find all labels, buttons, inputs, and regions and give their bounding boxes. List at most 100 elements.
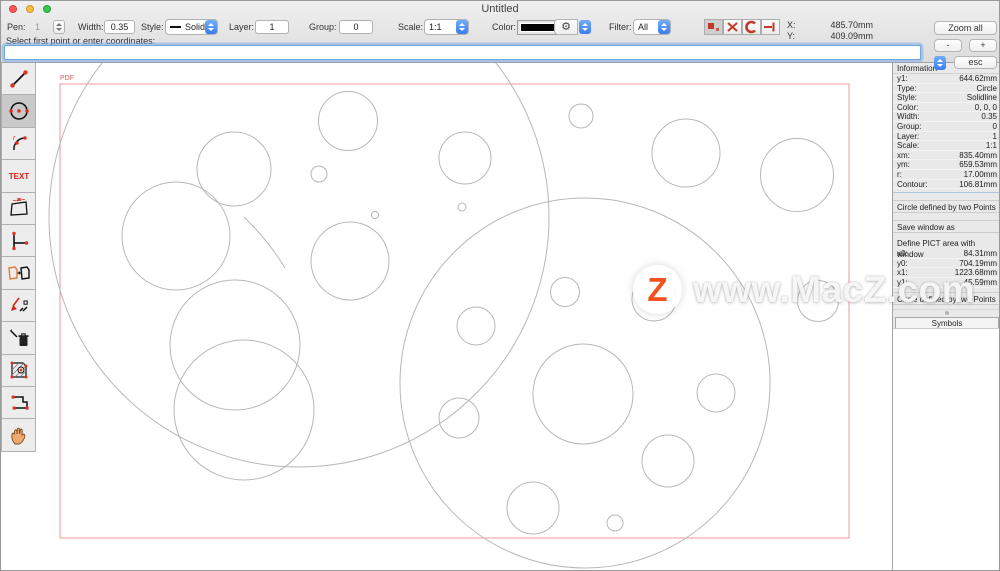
circle-entity[interactable] (311, 166, 327, 182)
pict-value: 84.31mm (964, 249, 997, 258)
pict-value: 704.19mm (959, 259, 997, 268)
circle-entity[interactable] (439, 398, 479, 438)
gear-stepper[interactable] (579, 20, 591, 34)
esc-button[interactable]: esc (954, 56, 997, 69)
tool-line[interactable] (1, 62, 36, 95)
width-field[interactable]: 0.35 (104, 20, 135, 34)
tool-pan[interactable] (1, 418, 36, 451)
scale-dropdown[interactable]: 1:1 (424, 19, 469, 35)
circle-entity[interactable] (632, 277, 676, 321)
circle-icon (7, 99, 31, 123)
group-field[interactable]: 0 (339, 20, 373, 34)
hatch-icon (7, 358, 31, 382)
zoom-in-button[interactable]: + (969, 39, 997, 52)
section-circle-two-points[interactable]: Circle defined by two Points (893, 200, 1000, 213)
minimize-button[interactable] (26, 5, 34, 13)
circle-entity[interactable] (122, 182, 230, 290)
snap-arc-toggle[interactable] (742, 19, 761, 35)
circle-entity[interactable] (533, 344, 633, 444)
style-dropdown[interactable]: Solid (165, 19, 218, 35)
info-value: Solidline (967, 93, 997, 102)
info-label: Scale: (897, 141, 919, 150)
circle-entity[interactable] (439, 132, 491, 184)
circle-entity[interactable] (49, 63, 549, 467)
circle-entity[interactable] (319, 92, 378, 151)
circle-entity[interactable] (798, 281, 839, 322)
copy-icon (6, 261, 32, 285)
info-value: 17.00mm (964, 170, 997, 179)
circle-entity[interactable] (311, 222, 389, 300)
drawing-canvas[interactable]: PDF (37, 63, 892, 571)
command-stepper[interactable] (934, 56, 946, 70)
zoom-button[interactable] (43, 5, 51, 13)
command-input[interactable] (4, 45, 921, 60)
info-value: 659.53mm (959, 160, 997, 169)
info-value: 1 (993, 132, 997, 141)
tool-arc[interactable]: r (1, 127, 36, 160)
tool-hatch[interactable] (1, 354, 36, 387)
zoom-all-button[interactable]: Zoom all (934, 21, 997, 35)
circle-entity[interactable] (372, 212, 379, 219)
zoom-out-button[interactable]: - (934, 39, 962, 52)
color-label: Color: (492, 22, 516, 32)
pict-value: 1223.68mm (955, 268, 997, 277)
circle-entity[interactable] (457, 307, 495, 345)
tool-text[interactable]: TEXT (1, 159, 36, 192)
tool-palette: r TEXT (1, 63, 37, 452)
circle-entity[interactable] (170, 280, 300, 410)
pict-row: y1:45.59mm (893, 278, 1000, 288)
circle-entity[interactable] (507, 482, 559, 534)
info-label: ym: (897, 160, 910, 169)
info-rows: y1:644.62mmType:CircleStyle:SolidlineCol… (893, 74, 1000, 189)
symbols-header[interactable]: Symbols (895, 317, 999, 329)
tool-modify[interactable] (1, 289, 36, 322)
pen-stepper[interactable] (53, 20, 65, 34)
modify-icon (7, 293, 31, 317)
circle-entity[interactable] (697, 374, 735, 412)
info-row: Type:Circle (893, 84, 1000, 94)
circle-entity[interactable] (761, 139, 834, 212)
close-button[interactable] (9, 5, 17, 13)
snap-cross-toggle[interactable] (723, 19, 742, 35)
circle-entity[interactable] (174, 340, 314, 480)
info-row: r:17.00mm (893, 170, 1000, 180)
circle-entity[interactable] (458, 203, 466, 211)
gear-icon[interactable]: ⚙ (554, 19, 578, 35)
section-save-window-as[interactable]: Save window as (893, 220, 1000, 233)
symbols-list[interactable] (893, 328, 1000, 571)
pict-area-title: Define PICT area with window (893, 238, 1000, 249)
circle-entity[interactable] (569, 104, 593, 128)
circle-entity[interactable] (197, 132, 271, 206)
section-circle-two-points-2[interactable]: Circle defined by two Points (893, 292, 1000, 305)
tool-perpendicular[interactable] (1, 224, 36, 257)
layer-field[interactable]: 1 (255, 20, 289, 34)
circle-entity[interactable] (607, 515, 623, 531)
delete-trash-icon (7, 326, 31, 350)
pdf-label: PDF (60, 75, 74, 82)
tool-delete[interactable] (1, 321, 36, 354)
tool-copy[interactable] (1, 256, 36, 289)
style-value: Solid (185, 22, 205, 32)
arc-entity[interactable] (244, 217, 285, 268)
circle-entity[interactable] (652, 119, 720, 187)
info-label: xm: (897, 151, 910, 160)
circle-entity[interactable] (642, 435, 694, 487)
info-row: Scale:1:1 (893, 141, 1000, 151)
tool-circle[interactable] (1, 94, 36, 127)
hand-icon (7, 423, 31, 447)
info-value: 106.81mm (959, 180, 997, 189)
panel-splitter[interactable] (893, 309, 1000, 316)
circle-entity[interactable] (400, 198, 770, 568)
filter-dropdown[interactable]: All (633, 19, 671, 35)
info-row: xm:835.40mm (893, 151, 1000, 161)
pict-value: 45.59mm (964, 278, 997, 287)
snap-point-toggle[interactable] (704, 19, 723, 35)
tool-polyline[interactable] (1, 386, 36, 419)
text-icon: TEXT (6, 164, 32, 188)
app-window: Untitled Pen: 1 Width: 0.35 Style: Solid… (0, 0, 1000, 571)
canvas-svg[interactable]: PDF (37, 63, 892, 571)
circle-entity[interactable] (551, 278, 580, 307)
scale-value: 1:1 (429, 22, 442, 32)
tool-dimension[interactable] (1, 192, 36, 225)
snap-edge-toggle[interactable] (761, 19, 780, 35)
